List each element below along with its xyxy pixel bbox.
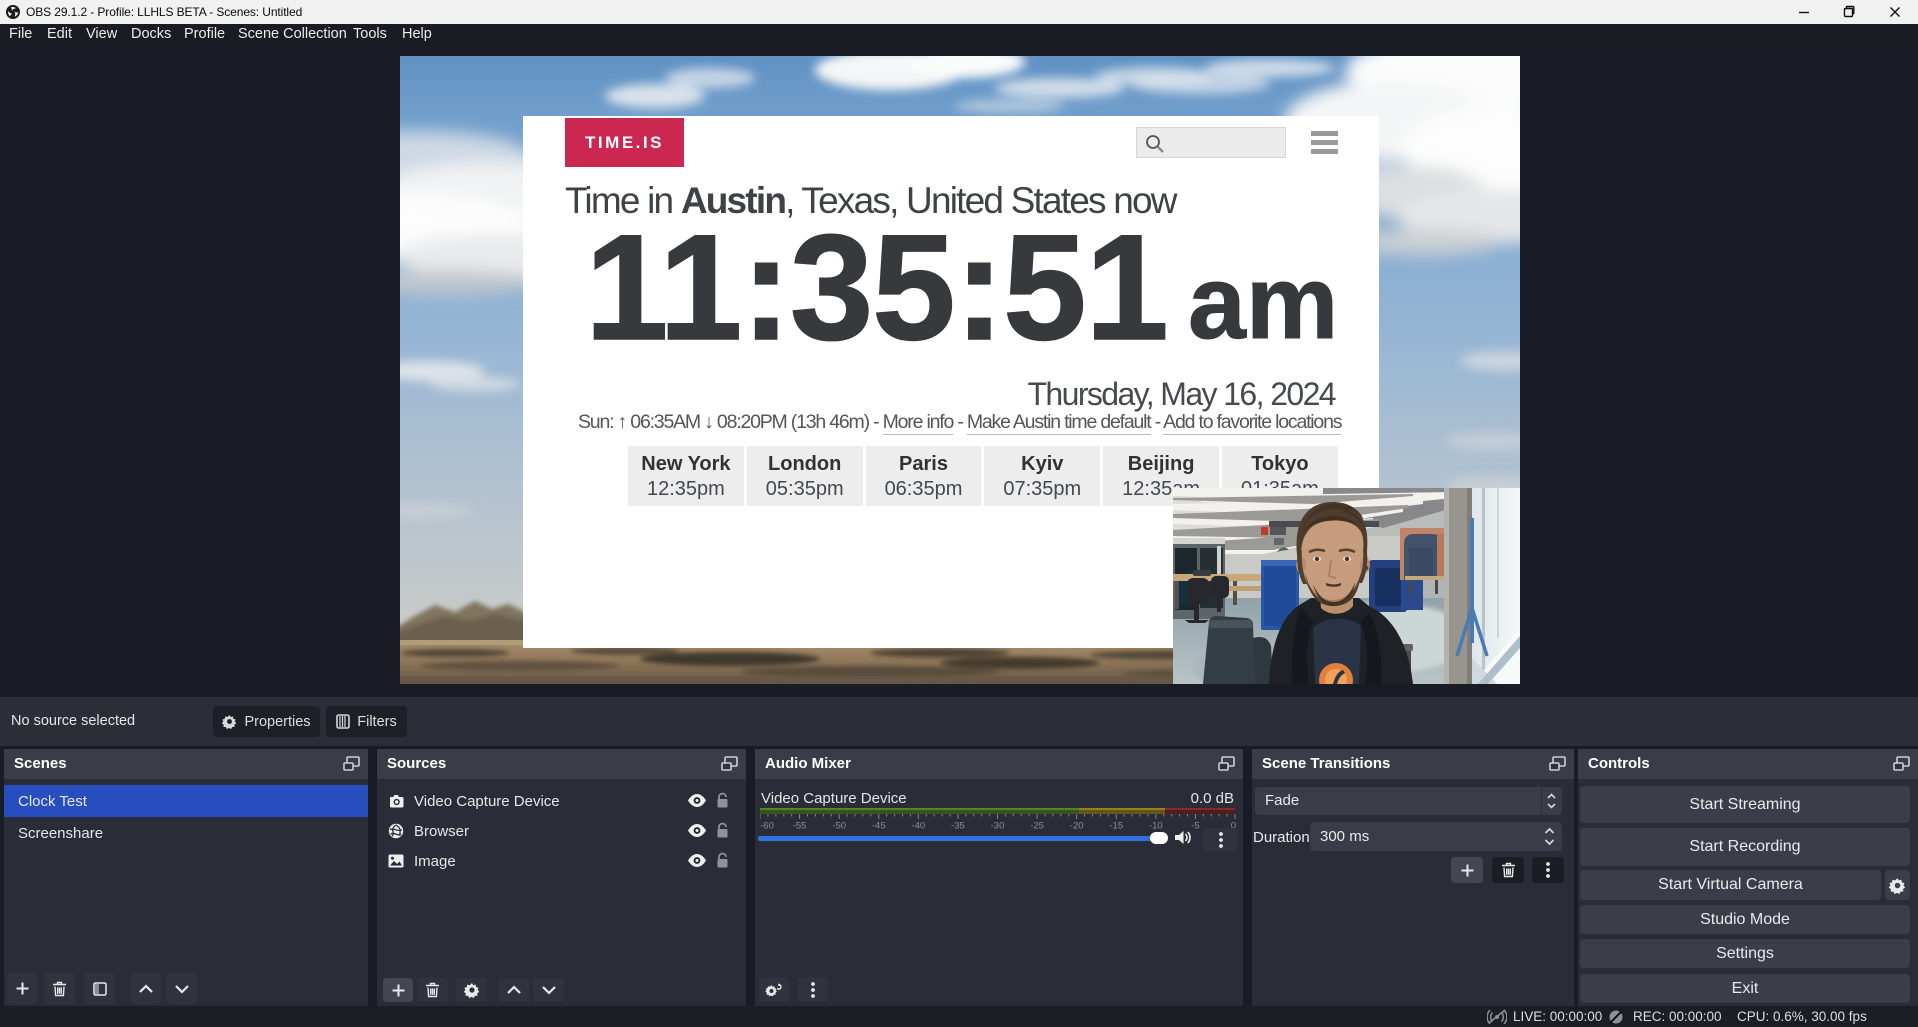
svg-text:-60: -60: [760, 821, 774, 832]
svg-text:-50: -50: [832, 821, 846, 832]
svg-text:-45: -45: [872, 821, 886, 832]
svg-text:-20: -20: [1070, 821, 1084, 832]
svg-text:-10: -10: [1149, 821, 1163, 832]
svg-text:-15: -15: [1109, 821, 1123, 832]
svg-text:-35: -35: [951, 821, 965, 832]
svg-text:-40: -40: [911, 821, 925, 832]
svg-text:-30: -30: [991, 821, 1005, 832]
svg-text:-25: -25: [1030, 821, 1044, 832]
svg-text:-55: -55: [793, 821, 807, 832]
svg-text:-5: -5: [1191, 821, 1199, 832]
